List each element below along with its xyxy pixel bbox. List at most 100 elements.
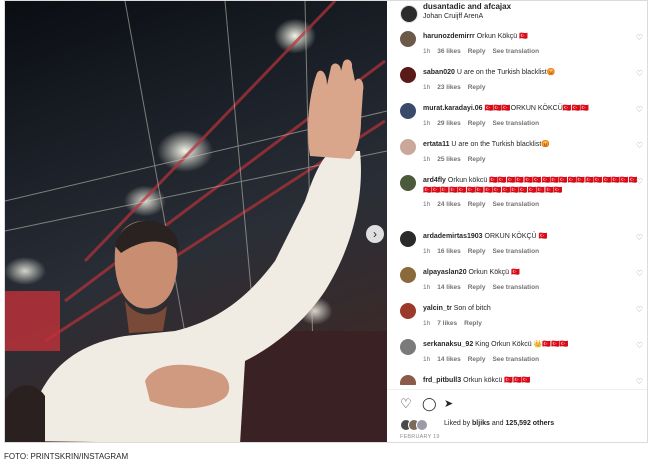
comment-likes[interactable]: 7 likes	[437, 320, 457, 327]
liked-by-text: Liked by bljiks and 125,592 others	[444, 420, 555, 427]
comment-body: King Orkun Kökcü 👑🇹🇷🇹🇷🇹🇷	[475, 341, 569, 348]
commenter-username[interactable]: frd_pitbull3	[423, 377, 461, 384]
comment-meta: 1h 25 likes Reply	[423, 156, 492, 163]
comment-text: frd_pitbull3 Orkun kökcü 🇹🇷🇹🇷🇹🇷	[423, 376, 645, 385]
see-translation-link[interactable]: See translation	[492, 120, 539, 127]
reply-button[interactable]: Reply	[468, 284, 486, 291]
post-location[interactable]: Johan Cruijff ArenA	[423, 13, 483, 20]
comment-like-heart-icon[interactable]: ♡	[636, 341, 643, 350]
share-icon[interactable]: ➤	[444, 397, 453, 410]
comment-body: 🇹🇷🇹🇷🇹🇷ORKUN KÖKCÜ🇹🇷🇹🇷🇹🇷	[484, 105, 589, 112]
see-translation-link[interactable]: See translation	[492, 356, 539, 363]
see-translation-link[interactable]: See translation	[492, 284, 539, 291]
comment-meta: 1h 16 likes Reply See translation	[423, 248, 546, 255]
reply-button[interactable]: Reply	[468, 120, 486, 127]
comment-meta: 1h 7 likes Reply	[423, 320, 489, 327]
comment-body: Orkun kökcü 🇹🇷🇹🇷🇹🇷🇹🇷🇹🇷🇹🇷🇹🇷🇹🇷🇹🇷🇹🇷🇹🇷🇹🇷🇹🇷🇹🇷…	[423, 177, 638, 194]
comment-like-heart-icon[interactable]: ♡	[636, 105, 643, 114]
reply-button[interactable]: Reply	[464, 320, 482, 327]
comment-time: 1h	[423, 320, 431, 327]
reply-button[interactable]: Reply	[468, 248, 486, 255]
reply-button[interactable]: Reply	[468, 48, 486, 55]
commenter-avatar[interactable]	[400, 103, 416, 119]
reply-button[interactable]: Reply	[468, 156, 486, 163]
commenter-avatar[interactable]	[400, 375, 416, 385]
commenter-avatar[interactable]	[400, 175, 416, 191]
reply-button[interactable]: Reply	[468, 356, 486, 363]
see-translation-link[interactable]: See translation	[492, 201, 539, 208]
comment-like-heart-icon[interactable]: ♡	[636, 33, 643, 42]
comment-meta: 1h 14 likes Reply See translation	[423, 356, 546, 363]
comment-time: 1h	[423, 120, 431, 127]
comment-meta: 1h 24 likes Reply See translation	[423, 201, 546, 208]
commenter-avatar[interactable]	[400, 67, 416, 83]
commenter-avatar[interactable]	[400, 139, 416, 155]
post-sidebar: dusantadic and afcajax Johan Cruijff Are…	[387, 1, 647, 442]
comment-likes[interactable]: 14 likes	[437, 356, 461, 363]
comment-like-heart-icon[interactable]: ♡	[636, 141, 643, 150]
commenter-username[interactable]: yalcin_tr	[423, 305, 452, 312]
comment-text: ertata11 U are on the Turkish blacklist😡	[423, 140, 645, 150]
comment-time: 1h	[423, 284, 431, 291]
comment-meta: 1h 23 likes Reply	[423, 84, 492, 91]
commenter-username[interactable]: ertata11	[423, 141, 449, 148]
comment-likes[interactable]: 25 likes	[437, 156, 461, 163]
comment-like-heart-icon[interactable]: ♡	[636, 69, 643, 78]
comment-like-heart-icon[interactable]: ♡	[636, 305, 643, 314]
comment-like-heart-icon[interactable]: ♡	[636, 233, 643, 242]
comment-like-heart-icon[interactable]: ♡	[636, 269, 643, 278]
instagram-post: › dusantadic and afcajax Johan Cruijff A…	[4, 0, 648, 443]
comment-like-heart-icon[interactable]: ♡	[636, 177, 643, 186]
commenter-username[interactable]: serkanaksu_92	[423, 341, 473, 348]
commenter-username[interactable]: alpayaslan20	[423, 269, 467, 276]
comment-likes[interactable]: 23 likes	[437, 84, 461, 91]
commenter-avatar[interactable]	[400, 267, 416, 283]
comment-likes[interactable]: 14 likes	[437, 284, 461, 291]
comment-likes[interactable]: 36 likes	[437, 48, 461, 55]
commenter-avatar[interactable]	[400, 303, 416, 319]
comment-text: serkanaksu_92 King Orkun Kökcü 👑🇹🇷🇹🇷🇹🇷	[423, 340, 645, 350]
reply-button[interactable]: Reply	[468, 201, 486, 208]
commenter-username[interactable]: ard4fly	[423, 177, 446, 184]
commenter-avatar[interactable]	[400, 339, 416, 355]
commenter-username[interactable]: saban020	[423, 69, 455, 76]
comment-meta: 1h 36 likes Reply See translation	[423, 48, 546, 55]
commenter-avatar[interactable]	[400, 231, 416, 247]
commenter-username[interactable]: harunozdemirrr	[423, 33, 475, 40]
author-username[interactable]: dusantadic and afcajax	[423, 2, 511, 11]
comment-likes[interactable]: 16 likes	[437, 248, 461, 255]
comment-time: 1h	[423, 356, 431, 363]
see-translation-link[interactable]: See translation	[492, 48, 539, 55]
comment-text: harunozdemirrr Orkun Kökçü 🇹🇷	[423, 32, 645, 42]
comment-body: Orkun kökcü 🇹🇷🇹🇷🇹🇷	[463, 377, 531, 384]
commenter-username[interactable]: murat.karadayi.06	[423, 105, 483, 112]
post-header: dusantadic and afcajax Johan Cruijff Are…	[387, 1, 647, 27]
comment-time: 1h	[423, 201, 431, 208]
reply-button[interactable]: Reply	[468, 84, 486, 91]
comment-text: ard4fly Orkun kökcü 🇹🇷🇹🇷🇹🇷🇹🇷🇹🇷🇹🇷🇹🇷🇹🇷🇹🇷🇹🇷…	[423, 176, 645, 195]
post-actions: ♡ ◯ ➤ Liked by bljiks and 125,592 others…	[387, 389, 647, 442]
commenter-avatar[interactable]	[400, 31, 416, 47]
comment-like-heart-icon[interactable]: ♡	[636, 377, 643, 385]
comment-body: U are on the Turkish blacklist😡	[451, 141, 551, 148]
player-waving-illustration	[5, 1, 387, 442]
see-translation-link[interactable]: See translation	[492, 248, 539, 255]
post-photo[interactable]: ›	[5, 1, 387, 442]
comment-time: 1h	[423, 156, 431, 163]
comment-text: ardademirtas1903 ORKUN KÖKÇÜ 🇹🇷	[423, 232, 645, 242]
commenter-username[interactable]: ardademirtas1903	[423, 233, 483, 240]
comment-likes[interactable]: 24 likes	[437, 201, 461, 208]
comment-icon[interactable]: ◯	[422, 396, 437, 412]
comment-likes[interactable]: 29 likes	[437, 120, 461, 127]
photo-credit: FOTO: PRINTSKRIN/INSTAGRAM	[4, 452, 129, 461]
comment-meta: 1h 29 likes Reply See translation	[423, 120, 546, 127]
comment-body: ORKUN KÖKÇÜ 🇹🇷	[484, 233, 548, 240]
comment-time: 1h	[423, 84, 431, 91]
comment-text: yalcin_tr Son of bitch	[423, 304, 645, 314]
next-photo-button[interactable]: ›	[366, 225, 384, 243]
heart-icon[interactable]: ♡	[400, 396, 412, 412]
liker-avatar	[416, 419, 428, 431]
comment-body: Son of bitch	[453, 305, 491, 312]
comments-list[interactable]: harunozdemirrr Orkun Kökçü 🇹🇷 1h 36 likes R…	[387, 27, 647, 385]
author-avatar[interactable]	[400, 5, 418, 23]
